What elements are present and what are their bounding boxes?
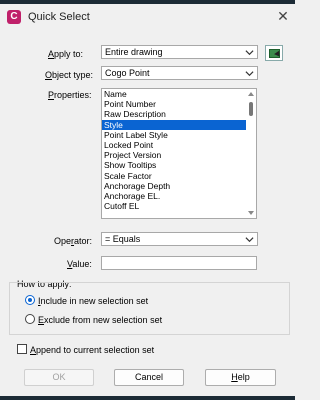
title-bar[interactable]: C Quick Select ✕ <box>0 4 295 28</box>
include-label[interactable]: Include in new selection set <box>38 296 148 306</box>
chevron-down-icon <box>245 50 254 56</box>
list-item[interactable]: Raw Description <box>102 109 256 119</box>
list-item[interactable]: Cutoff EL <box>102 201 256 211</box>
operator-value: = Equals <box>105 234 141 244</box>
list-item[interactable]: Scale Factor <box>102 171 256 181</box>
value-input[interactable] <box>101 256 257 270</box>
list-item[interactable]: Point Label Style <box>102 130 256 140</box>
scroll-up-icon[interactable] <box>248 92 254 96</box>
how-to-apply-group <box>9 282 290 335</box>
cursor-arrow-icon <box>274 50 282 59</box>
append-label[interactable]: Append to current selection set <box>30 345 154 355</box>
value-label: Value: <box>67 259 92 269</box>
append-checkbox[interactable] <box>17 344 27 354</box>
scrollbar-thumb[interactable] <box>249 102 253 116</box>
window-bottom-edge <box>0 396 295 400</box>
app-icon: C <box>7 10 21 24</box>
list-item[interactable]: Style <box>102 119 256 130</box>
apply-to-dropdown[interactable]: Entire drawing <box>101 45 258 59</box>
list-item[interactable]: Show Tooltips <box>102 160 256 170</box>
list-item[interactable]: Anchorage Depth <box>102 181 256 191</box>
ok-button[interactable]: OK <box>24 369 94 386</box>
properties-scrollbar[interactable] <box>246 89 256 218</box>
list-item[interactable]: Project Version <box>102 150 256 160</box>
cancel-button[interactable]: Cancel <box>114 369 184 386</box>
operator-dropdown[interactable]: = Equals <box>101 232 258 246</box>
list-item[interactable]: Locked Point <box>102 140 256 150</box>
exclude-radio[interactable] <box>25 314 35 324</box>
list-item[interactable]: Point Number <box>102 99 256 109</box>
properties-list: Name Point Number Raw Description Style Poin… <box>102 89 256 211</box>
list-item[interactable]: Name <box>102 89 256 99</box>
include-radio[interactable] <box>25 295 35 305</box>
object-type-label: Object type: <box>45 70 94 80</box>
apply-to-label: Apply to: <box>48 49 84 59</box>
select-objects-button[interactable] <box>265 45 283 61</box>
scroll-down-icon[interactable] <box>248 211 254 215</box>
exclude-label[interactable]: Exclude from new selection set <box>38 315 162 325</box>
properties-label: Properties: <box>48 90 92 100</box>
close-icon[interactable]: ✕ <box>276 8 290 24</box>
chevron-down-icon <box>245 71 254 77</box>
operator-label: Operator: <box>54 236 93 246</box>
apply-to-value: Entire drawing <box>105 47 163 57</box>
list-item[interactable]: Anchorage EL. <box>102 191 256 201</box>
window-title: Quick Select <box>28 11 90 23</box>
object-type-value: Cogo Point <box>105 68 150 78</box>
object-type-dropdown[interactable]: Cogo Point <box>101 66 258 80</box>
help-button[interactable]: Help <box>205 369 276 386</box>
chevron-down-icon <box>245 237 254 243</box>
properties-listbox[interactable]: Name Point Number Raw Description Style Poin… <box>101 88 257 219</box>
